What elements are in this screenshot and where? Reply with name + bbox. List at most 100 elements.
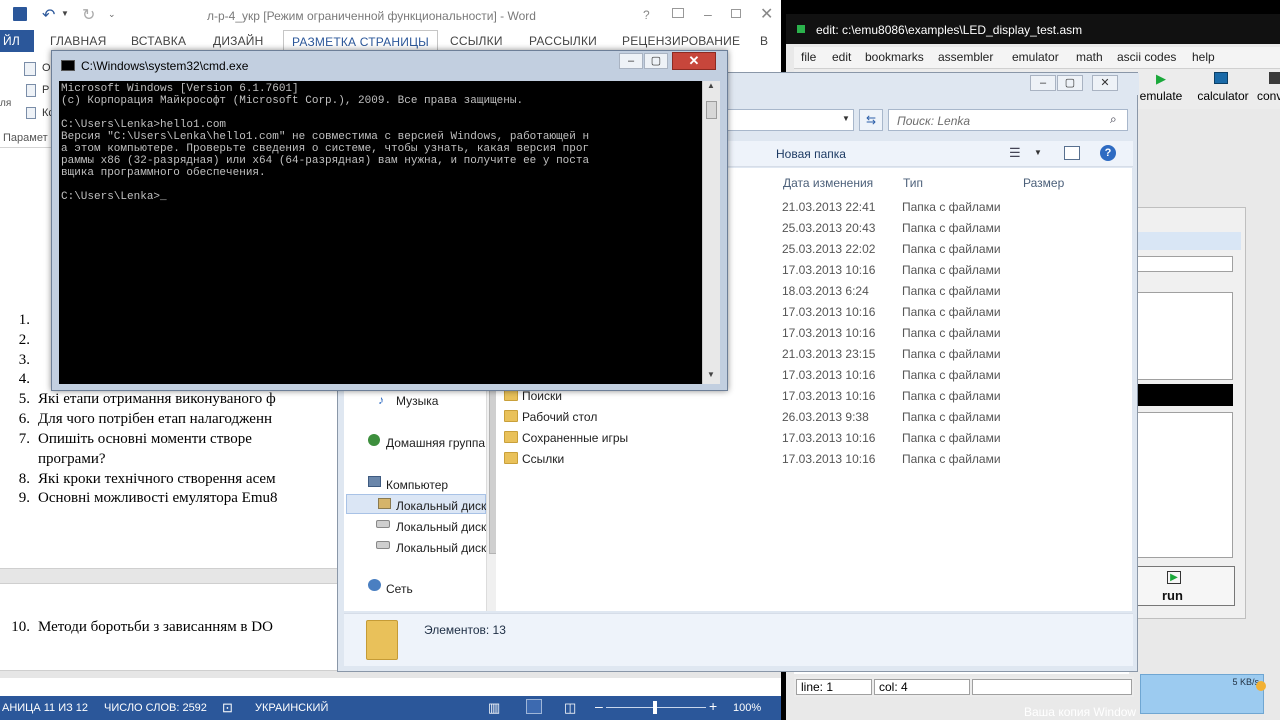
nav-local-disk-d[interactable]: Локальный диск — [396, 520, 486, 534]
emulate-button[interactable]: emulate — [1136, 89, 1186, 103]
minimize-icon[interactable]: – — [704, 6, 712, 22]
question-6: 6. Для чого потрібен етап налагодженн — [8, 411, 272, 428]
page-count[interactable]: АНИЦА 11 ИЗ 12 — [2, 702, 88, 714]
nav-local-disk-e[interactable]: Локальный диск — [396, 541, 486, 555]
cmd-title: C:\Windows\system32\cmd.exe — [81, 59, 249, 73]
column-type[interactable]: Тип — [903, 176, 923, 190]
column-size[interactable]: Размер — [1023, 176, 1064, 190]
scroll-up-icon[interactable]: ▲ — [707, 81, 715, 90]
new-folder-button[interactable]: Новая папка — [776, 147, 846, 161]
tab-mailings[interactable]: РАССЫЛКИ — [529, 34, 597, 48]
disk-icon — [376, 541, 390, 549]
file-type: Папка с файлами — [902, 263, 1001, 277]
nav-computer[interactable]: Компьютер — [386, 478, 448, 492]
tray-icon[interactable] — [1256, 681, 1266, 691]
scroll-down-icon[interactable]: ▼ — [707, 370, 715, 379]
tab-file[interactable]: ЙЛ — [0, 30, 34, 52]
list-item[interactable]: Рабочий стол 26.03.2013 9:38 Папка с файла… — [496, 407, 1132, 428]
preview-pane-icon[interactable] — [1064, 146, 1080, 160]
undo-dropdown-icon[interactable]: ▼ — [61, 9, 69, 18]
console-scrollbar[interactable]: ▲ ▼ — [702, 81, 720, 384]
emulate-icon[interactable]: ▶ — [1156, 71, 1166, 87]
size-label[interactable]: Р — [42, 84, 49, 96]
minimize-icon[interactable]: – — [619, 53, 643, 69]
close-icon[interactable]: ✕ — [1092, 75, 1118, 91]
tab-design[interactable]: ДИЗАЙН — [213, 34, 264, 48]
maximize-icon[interactable] — [731, 9, 741, 18]
calculator-button[interactable]: calculator — [1194, 89, 1252, 103]
view-dropdown-icon[interactable]: ▼ — [1034, 148, 1042, 157]
address-bar[interactable] — [724, 109, 854, 131]
menu-assembler[interactable]: assembler — [938, 50, 993, 64]
scroll-thumb[interactable] — [706, 101, 717, 119]
columns-icon[interactable] — [26, 107, 36, 119]
converter-button[interactable]: conv — [1257, 89, 1280, 103]
run-button[interactable]: ▶ run — [1137, 566, 1235, 606]
language[interactable]: УКРАИНСКИЙ — [255, 702, 328, 714]
run-icon: ▶ — [1167, 571, 1181, 584]
file-type: Папка с файлами — [902, 221, 1001, 235]
tab-page-layout[interactable]: РАЗМЕТКА СТРАНИЦЫ — [283, 30, 438, 52]
list-item[interactable]: Сохраненные игры 17.03.2013 10:16 Папка с … — [496, 428, 1132, 449]
maximize-icon[interactable]: ▢ — [644, 53, 668, 69]
maximize-icon[interactable]: ▢ — [1057, 75, 1083, 91]
tab-insert[interactable]: ВСТАВКА — [131, 34, 186, 48]
web-layout-icon[interactable]: ◫ — [564, 700, 576, 716]
undo-icon[interactable]: ↶ — [42, 5, 55, 25]
file-name: Рабочий стол — [522, 410, 598, 424]
console-output[interactable]: Microsoft Windows [Version 6.1.7601] (c) … — [59, 81, 702, 384]
converter-icon[interactable] — [1269, 72, 1280, 84]
refresh-icon[interactable]: ⇆ — [859, 109, 883, 131]
proofing-icon[interactable]: ⊡ — [222, 700, 233, 716]
nav-network[interactable]: Сеть — [386, 582, 413, 596]
nav-homegroup[interactable]: Домашняя группа — [386, 436, 485, 450]
tab-review[interactable]: РЕЦЕНЗИРОВАНИЕ — [622, 34, 740, 48]
question-number: 7. — [18, 431, 30, 447]
word-count[interactable]: ЧИСЛО СЛОВ: 2592 — [104, 702, 207, 714]
side-list[interactable] — [1137, 292, 1233, 380]
console-line: C:\Users\Lenka>hello1.com — [61, 119, 227, 131]
file-type: Папка с файлами — [902, 347, 1001, 361]
menu-file[interactable]: file — [801, 50, 816, 64]
size-icon[interactable] — [26, 84, 36, 97]
save-icon[interactable] — [13, 7, 27, 21]
question-text: Які етапи отримання виконуваного ф — [38, 391, 276, 407]
menu-emulator[interactable]: emulator — [1012, 50, 1059, 64]
calculator-icon[interactable] — [1214, 72, 1228, 84]
orientation-icon[interactable] — [24, 62, 36, 76]
tab-home[interactable]: ГЛАВНАЯ — [50, 34, 106, 48]
ribbon-display-icon[interactable] — [672, 8, 684, 18]
search-icon[interactable]: ⌕ — [1110, 112, 1117, 127]
help-icon[interactable]: ? — [643, 8, 650, 22]
view-options-icon[interactable]: ☰ — [1009, 145, 1021, 161]
menu-edit[interactable]: edit — [832, 50, 851, 64]
close-icon[interactable]: ✕ — [760, 4, 773, 24]
nav-local-disk-c[interactable]: Локальный диск — [396, 499, 486, 513]
menu-math[interactable]: math — [1076, 50, 1103, 64]
menu-help[interactable]: help — [1192, 50, 1215, 64]
close-icon[interactable]: ✕ — [672, 52, 716, 70]
side-field[interactable] — [1137, 256, 1233, 272]
side-list-2[interactable] — [1137, 412, 1233, 558]
column-date[interactable]: Дата изменения — [783, 176, 873, 190]
minimize-icon[interactable]: – — [1030, 75, 1056, 91]
orientation-label[interactable]: О — [42, 62, 51, 74]
tab-references[interactable]: ССЫЛКИ — [450, 34, 503, 48]
menu-ascii-codes[interactable]: ascii codes — [1117, 50, 1176, 64]
zoom-out-icon[interactable]: – — [595, 698, 603, 714]
help-icon[interactable]: ? — [1100, 145, 1116, 161]
read-mode-icon[interactable]: ▥ — [488, 700, 500, 716]
nav-music[interactable]: Музыка — [396, 394, 438, 408]
list-item[interactable]: Ссылки 17.03.2013 10:16 Папка с файлами — [496, 449, 1132, 470]
print-layout-icon[interactable] — [526, 699, 542, 714]
tab-view[interactable]: В — [760, 34, 768, 48]
address-dropdown-icon[interactable]: ▼ — [842, 114, 850, 123]
zoom-level[interactable]: 100% — [733, 702, 761, 714]
zoom-thumb[interactable] — [653, 701, 657, 714]
search-input[interactable]: Поиск: Lenka — [897, 114, 970, 128]
menu-bookmarks[interactable]: bookmarks — [865, 50, 924, 64]
zoom-in-icon[interactable]: + — [709, 698, 717, 714]
customize-qat-icon[interactable]: ⌄ — [108, 9, 116, 20]
question-2: 2. — [8, 332, 38, 349]
redo-icon[interactable]: ↻ — [82, 5, 95, 25]
